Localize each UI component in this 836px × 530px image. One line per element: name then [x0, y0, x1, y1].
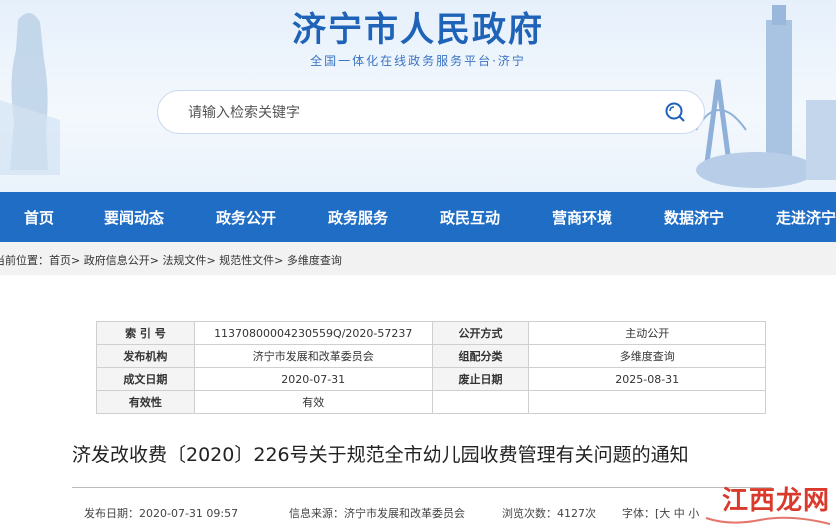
breadcrumb-normative[interactable]: 规范性文件 [219, 254, 274, 267]
breadcrumb: 当前位置：首页> 政府信息公开> 法规文件> 规范性文件> 多维度查询 [0, 242, 836, 275]
publisher-value: 济宁市发展和改革委员会 [193, 344, 433, 368]
nav-interaction[interactable]: 政民互动 [440, 207, 500, 228]
breadcrumb-laws[interactable]: 法规文件 [162, 254, 206, 267]
font-size-controls: 字体：[大 中 小 [622, 505, 699, 521]
font-label: 字体：[ [622, 507, 660, 520]
nav-business[interactable]: 营商环境 [552, 207, 612, 228]
font-small-button[interactable]: 小 [688, 507, 699, 520]
written-date-value: 2020-07-31 [193, 367, 433, 391]
font-large-button[interactable]: 大 [659, 507, 670, 520]
index-value: 11370800004230559Q/2020-57237 [193, 321, 433, 345]
search-input[interactable] [186, 102, 650, 124]
breadcrumb-info-open[interactable]: 政府信息公开 [84, 254, 150, 267]
main-nav: 首页 要闻动态 政务公开 政务服务 政民互动 营商环境 数据济宁 走进济宁 [0, 192, 836, 242]
index-label: 索 引 号 [96, 321, 195, 345]
nav-gov-service[interactable]: 政务服务 [328, 207, 388, 228]
nav-gov-open[interactable]: 政务公开 [216, 207, 276, 228]
search-icon[interactable] [664, 101, 686, 123]
watermark-text: 江西龙网 [722, 486, 831, 516]
open-method-label: 公开方式 [431, 321, 530, 345]
nav-home[interactable]: 首页 [24, 207, 54, 228]
publisher-label: 发布机构 [96, 344, 195, 368]
nav-news[interactable]: 要闻动态 [104, 207, 164, 228]
validity-value: 有效 [193, 390, 433, 414]
view-count: 浏览次数：4127次 [502, 507, 596, 520]
header-banner: 济宁市人民政府 全国一体化在线政务服务平台·济宁 [0, 0, 836, 192]
breadcrumb-prefix: 当前位置： [0, 254, 49, 267]
validity-label: 有效性 [96, 390, 195, 414]
empty-cell [528, 390, 766, 414]
font-medium-button[interactable]: 中 [674, 507, 685, 520]
title-divider [72, 487, 772, 488]
nav-data[interactable]: 数据济宁 [664, 207, 724, 228]
open-method-value: 主动公开 [528, 321, 766, 345]
site-subtitle: 全国一体化在线政务服务平台·济宁 [310, 54, 526, 68]
expiry-date-value: 2025-08-31 [528, 367, 766, 391]
info-source: 信息来源：济宁市发展和改革委员会 [289, 507, 465, 520]
breadcrumb-sep: > [71, 254, 81, 267]
publish-date: 发布日期：2020-07-31 09:57 [84, 507, 239, 520]
written-date-label: 成文日期 [96, 367, 195, 391]
nav-about[interactable]: 走进济宁 [776, 207, 836, 228]
breadcrumb-sep: > [206, 254, 216, 267]
category-label: 组配分类 [431, 344, 530, 368]
breadcrumb-sep: > [274, 254, 284, 267]
breadcrumb-home[interactable]: 首页 [49, 254, 71, 267]
breadcrumb-multi-query[interactable]: 多维度查询 [287, 254, 342, 267]
site-title: 济宁市人民政府 [292, 10, 544, 50]
empty-cell [431, 390, 530, 414]
search-box [157, 90, 705, 134]
document-title: 济发改收费〔2020〕226号关于规范全市幼儿园收费管理有关问题的通知 [72, 444, 689, 466]
breadcrumb-sep: > [149, 254, 159, 267]
document-info-table: 索 引 号 11370800004230559Q/2020-57237 公开方式… [96, 321, 766, 414]
expiry-date-label: 废止日期 [431, 367, 530, 391]
category-value: 多维度查询 [528, 344, 766, 368]
